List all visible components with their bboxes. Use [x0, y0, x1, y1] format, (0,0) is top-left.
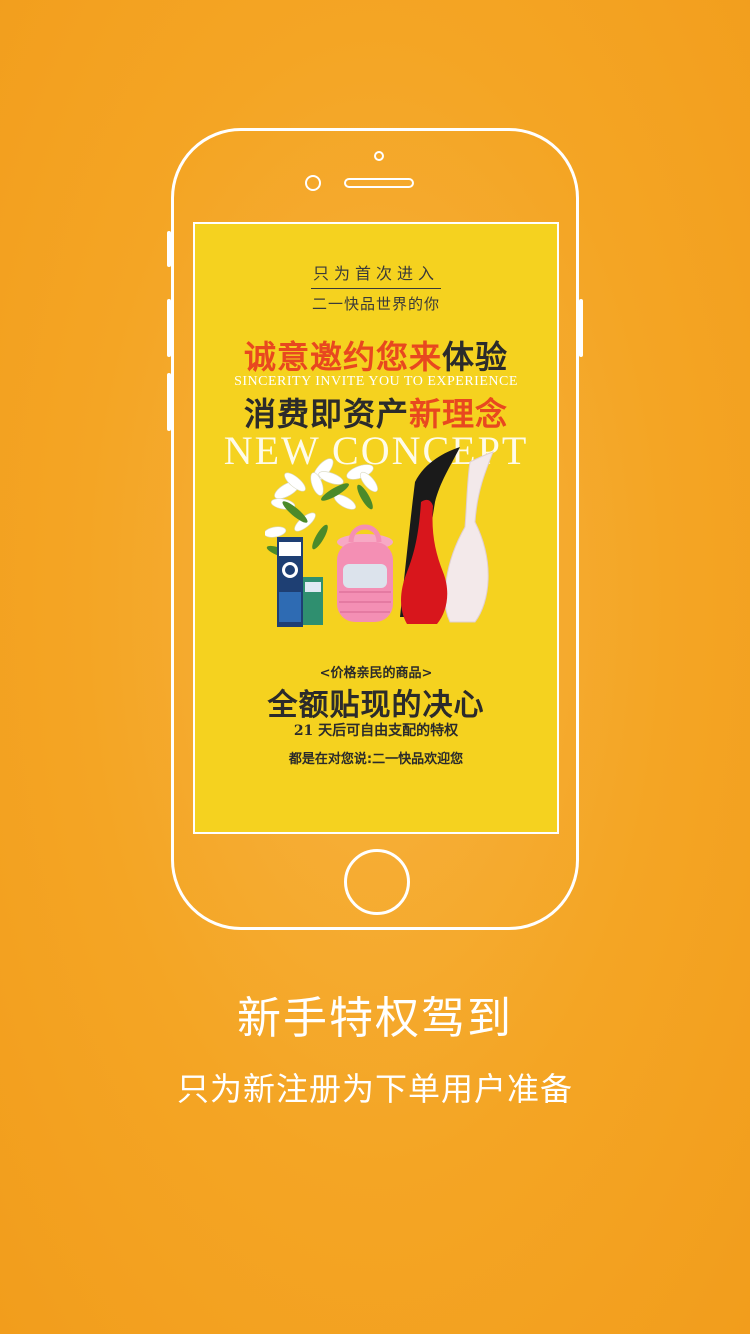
- intro-text: 只为首次进入 二一快品世界的你: [195, 260, 557, 314]
- page-title: 新手特权驾到: [237, 993, 513, 1044]
- white-vase-icon: [444, 451, 494, 623]
- intro-line-2: 二一快品世界的你: [311, 295, 440, 313]
- phone-power-button: [579, 299, 583, 357]
- phone-volume-up: [167, 299, 171, 357]
- headline-1-dark: 体验: [442, 338, 509, 376]
- phone-volume-down: [167, 373, 171, 431]
- phone-speaker: [344, 178, 414, 188]
- promo-subtext: 21 天后可自由支配的特权: [293, 723, 459, 739]
- toothpaste-box-icon: [277, 537, 323, 627]
- intro-line-1: 只为首次进入: [312, 264, 439, 283]
- tagline: <价格亲民的商品>: [319, 666, 433, 681]
- product-illustration: [265, 447, 494, 627]
- phone-screen-poster: 只为首次进入 二一快品世界的你 诚意邀约您来体验 SINCERITY INVIT…: [193, 222, 559, 834]
- promo-headline: 全额贴现的决心: [267, 688, 485, 723]
- headline-1-english: SINCERITY INVITE YOU TO EXPERIENCE: [234, 374, 518, 389]
- phone-sensor: [374, 151, 384, 161]
- phone-silent-switch: [167, 231, 171, 267]
- pink-cup-icon: [337, 524, 393, 622]
- home-button: [344, 849, 410, 915]
- welcome-text: 都是在对您说:二一快品欢迎您: [288, 752, 464, 767]
- intro-divider: [311, 288, 441, 289]
- front-camera-icon: [305, 175, 321, 191]
- page-subtitle: 只为新注册为下单用户准备: [176, 1070, 573, 1108]
- headline-1: 诚意邀约您来体验: [195, 332, 557, 378]
- headline-1-red: 诚意邀约您来: [243, 338, 442, 376]
